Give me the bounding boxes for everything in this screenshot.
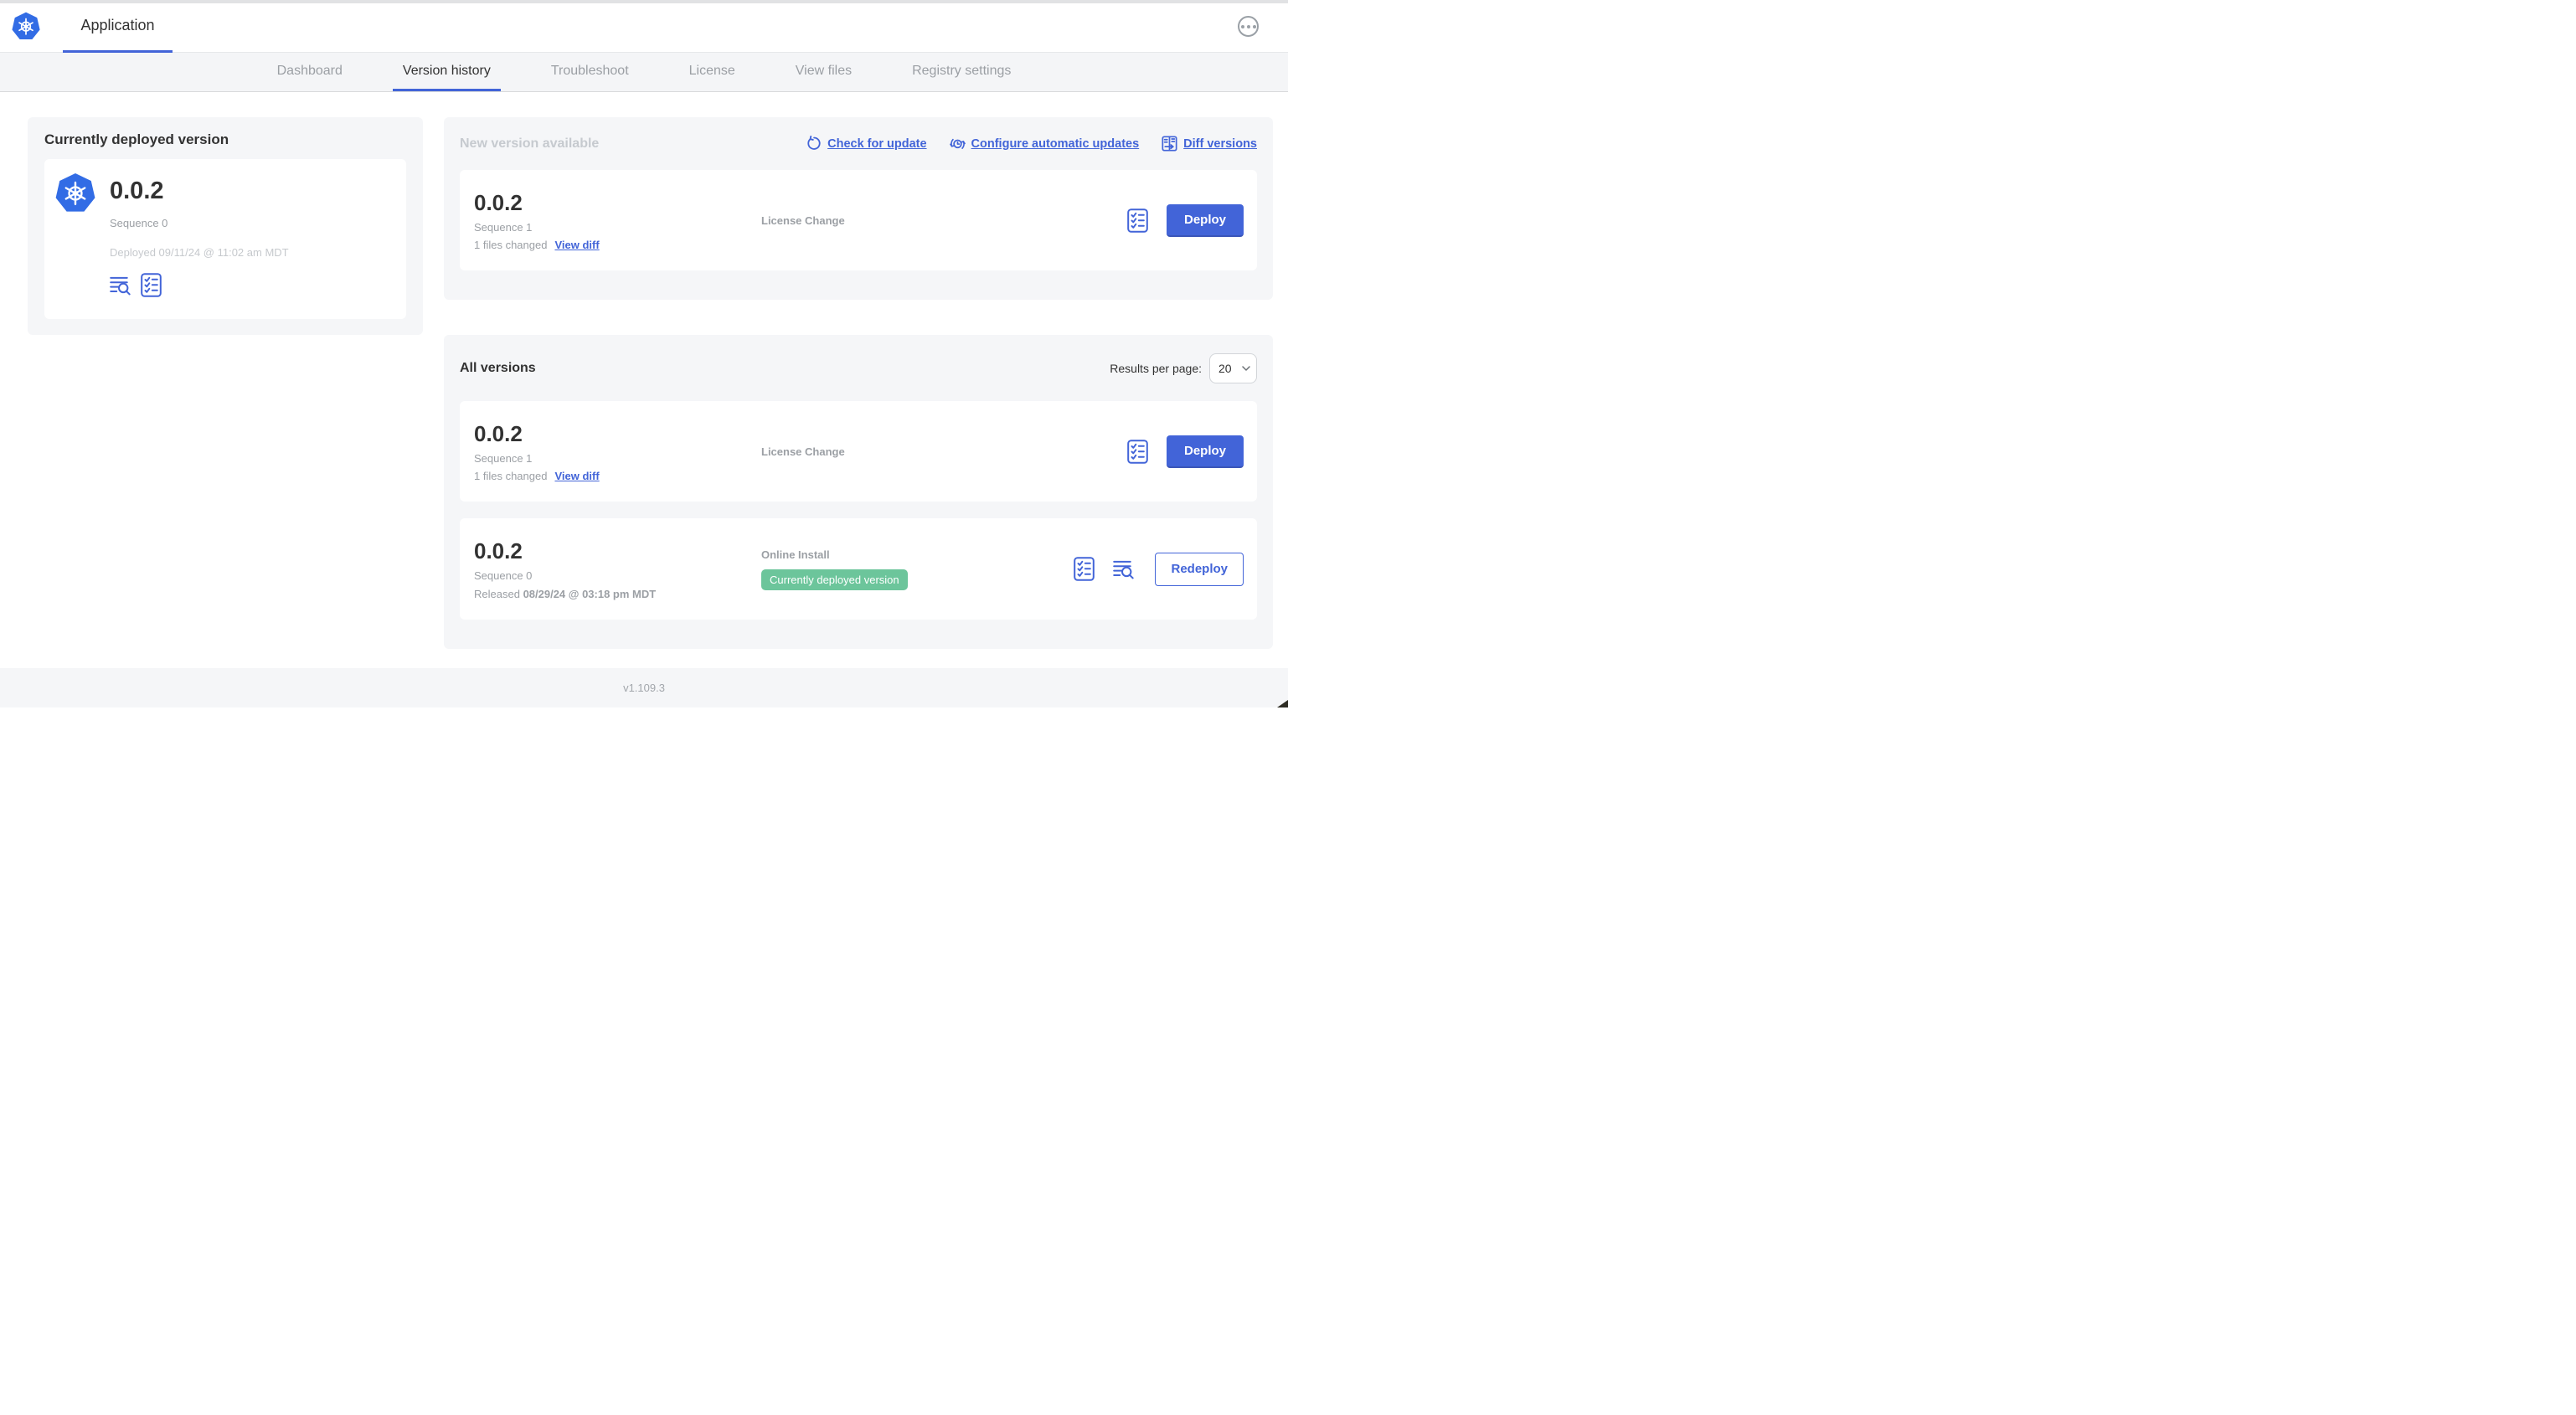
preflight-checklist-icon[interactable] (1127, 208, 1148, 233)
refresh-icon (807, 136, 821, 150)
app-title: Application (80, 16, 155, 33)
view-diff-link[interactable]: View diff (554, 470, 599, 482)
app-subnav: Dashboard Version history Troubleshoot L… (0, 53, 1288, 92)
top-edge-strip (0, 0, 1288, 3)
tab-view-files[interactable]: View files (786, 53, 862, 91)
tab-troubleshoot[interactable]: Troubleshoot (541, 53, 639, 91)
version-row: 0.0.2 Sequence 1 1 files changed View di… (460, 401, 1257, 502)
deployed-version-number: 0.0.2 (110, 178, 164, 204)
kots-admin-console: { "header": { "app_title": "Application"… (0, 0, 1288, 708)
deployed-sequence: Sequence 0 (110, 217, 168, 229)
version-sequence: Sequence 1 (474, 451, 533, 465)
app-header: Application (0, 0, 1288, 53)
version-sequence: Sequence 1 (474, 220, 533, 234)
version-number: 0.0.2 (474, 189, 523, 215)
tab-registry-settings[interactable]: Registry settings (902, 53, 1021, 91)
all-versions-panel: All versions Results per page: 20 0.0.2 … (444, 335, 1273, 649)
configure-automatic-updates-link[interactable]: Configure automatic updates (949, 136, 1139, 152)
preflight-checklist-icon[interactable] (1074, 557, 1095, 581)
version-sequence: Sequence 0 (474, 569, 533, 582)
new-version-title: New version available (460, 136, 600, 151)
preflight-checklist-icon[interactable] (1127, 439, 1148, 464)
config-checklist-icon[interactable] (141, 273, 162, 297)
view-logs-icon[interactable] (110, 275, 133, 296)
released-timestamp: Released 08/29/24 @ 03:18 pm MDT (474, 587, 657, 600)
results-per-page-label: Results per page: (1110, 361, 1202, 375)
more-menu-button[interactable] (1238, 16, 1259, 37)
view-diff-link[interactable]: View diff (554, 239, 599, 251)
version-row: 0.0.2 Sequence 0 Released 08/29/24 @ 03:… (460, 518, 1257, 620)
currently-deployed-card: 0.0.2 Sequence 0 Deployed 09/11/24 @ 11:… (44, 159, 406, 319)
ellipsis-icon (1240, 24, 1244, 28)
tab-version-history[interactable]: Version history (392, 53, 501, 91)
diff-icon (1162, 136, 1177, 152)
currently-deployed-title: Currently deployed version (44, 131, 229, 147)
app-tab-application[interactable]: Application (63, 0, 173, 53)
tab-dashboard[interactable]: Dashboard (267, 53, 353, 91)
console-version: v1.109.3 (623, 682, 665, 694)
version-source: Online Install (761, 548, 830, 561)
deploy-button[interactable]: Deploy (1166, 435, 1244, 468)
version-number: 0.0.2 (474, 538, 523, 563)
scheduled-update-icon (949, 138, 966, 149)
files-changed-text: 1 files changed (474, 469, 548, 482)
deploy-button[interactable]: Deploy (1166, 203, 1244, 237)
version-source: License Change (761, 445, 845, 458)
all-versions-title: All versions (460, 360, 536, 375)
cursor-artifact (1277, 700, 1288, 708)
view-logs-icon[interactable] (1113, 559, 1136, 579)
currently-deployed-badge: Currently deployed version (761, 569, 908, 590)
kubernetes-logo-icon (12, 12, 40, 40)
kubernetes-app-icon (55, 172, 95, 213)
new-version-panel: New version available Check for update C… (444, 117, 1273, 300)
redeploy-button[interactable]: Redeploy (1155, 552, 1244, 586)
tab-license[interactable]: License (679, 53, 745, 91)
currently-deployed-panel: Currently deployed version 0.0.2 Sequenc… (28, 117, 423, 335)
version-source: License Change (761, 214, 845, 227)
files-changed-text: 1 files changed (474, 238, 548, 251)
diff-versions-link[interactable]: Diff versions (1162, 136, 1257, 152)
check-for-update-link[interactable]: Check for update (806, 136, 927, 152)
version-number: 0.0.2 (474, 420, 523, 446)
results-per-page-select[interactable]: 20 (1209, 352, 1257, 383)
new-version-card: 0.0.2 Sequence 1 1 files changed View di… (460, 170, 1257, 270)
app-footer: v1.109.3 (0, 668, 1288, 708)
deployed-timestamp: Deployed 09/11/24 @ 11:02 am MDT (110, 246, 289, 259)
